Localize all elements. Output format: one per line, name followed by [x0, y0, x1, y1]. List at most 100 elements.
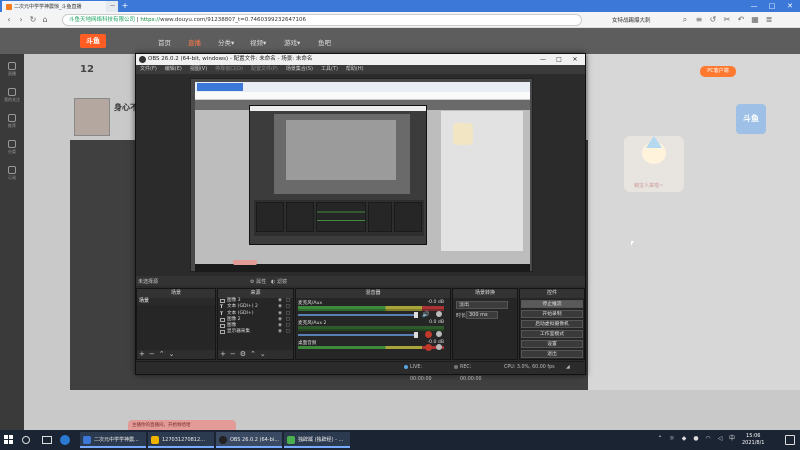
stop-streaming-button[interactable]: 停止推流 — [521, 300, 583, 308]
taskbar-clock[interactable]: 15:06 2021/8/1 — [742, 433, 764, 447]
menu-tools[interactable]: 工具(T) — [321, 65, 338, 74]
pc-client-button[interactable]: PC客户端 — [700, 66, 736, 77]
menu-scene-collection[interactable]: 场景集合(S) — [286, 65, 313, 74]
channel-settings-icon[interactable] — [436, 331, 442, 337]
task-view-icon[interactable] — [42, 436, 52, 444]
grid-icon[interactable]: ▦ — [750, 15, 760, 25]
streamer-avatar[interactable] — [74, 98, 110, 136]
move-up-icon[interactable]: ⌃ — [250, 350, 256, 358]
menu-profile[interactable]: 配置文件(P) — [251, 65, 278, 74]
tray-volume-icon[interactable]: ◁ — [716, 435, 724, 443]
resize-grip-icon[interactable]: ◢ — [566, 362, 570, 374]
nav-live[interactable]: 直播 — [188, 37, 201, 47]
remove-scene-icon[interactable]: − — [149, 350, 155, 358]
browser-tab-close[interactable]: — — [106, 1, 118, 12]
tray-app-icon[interactable]: ● — [692, 435, 700, 443]
taskbar-app-obs[interactable]: OBS 26.0.2 (64-bi... — [216, 432, 282, 448]
move-down-icon[interactable]: ⌄ — [169, 350, 175, 358]
tray-chevron-icon[interactable]: ⌃ — [656, 435, 664, 443]
properties-button[interactable]: ⚙ 属性 — [250, 278, 266, 285]
promo-logo[interactable]: 斗鱼 — [736, 104, 766, 134]
site-logo[interactable]: 斗鱼 — [80, 34, 106, 48]
obs-preview[interactable] — [190, 78, 533, 272]
channel-settings-icon[interactable] — [436, 344, 442, 350]
nav-fishbar[interactable]: 鱼吧 — [318, 37, 331, 47]
minimize-icon[interactable]: — — [746, 0, 762, 12]
source-item[interactable]: 显示器采集 ◉ ▢ — [218, 329, 293, 335]
taskbar-app-other[interactable]: 独辟蹊 (独辟经) - ... — [284, 432, 350, 448]
menu-view[interactable]: 视图(V) — [190, 65, 207, 74]
history-icon[interactable]: ↺ — [708, 15, 718, 25]
channel-settings-icon[interactable] — [436, 311, 442, 317]
menu-edit[interactable]: 编辑(E) — [165, 65, 182, 74]
studio-mode-button[interactable]: 工作室模式 — [521, 330, 583, 338]
scissors-icon[interactable]: ✂ — [722, 15, 732, 25]
refresh-icon[interactable]: ↻ — [28, 15, 38, 25]
nav-home[interactable]: 首页 — [158, 37, 171, 47]
taskbar-app-files[interactable]: 127031270812... — [148, 432, 214, 448]
volume-knob[interactable] — [414, 312, 418, 318]
search-icon[interactable]: ⌕ — [680, 15, 690, 25]
volume-slider[interactable] — [298, 314, 416, 316]
rail-item[interactable]: 推荐 — [2, 114, 22, 129]
browser-tab-active[interactable]: 二次元中学学神震惊_斗鱼直播 — [2, 1, 106, 12]
settings-icon[interactable]: ≣ — [764, 15, 774, 25]
new-tab-icon[interactable]: + — [120, 0, 130, 12]
forward-icon[interactable]: › — [16, 15, 26, 25]
url-input[interactable]: 斗鱼天地网络科技有限公司 | https://www.douyu.com/912… — [62, 14, 582, 26]
search-suggestion[interactable]: 女特战踢爆大刺 — [612, 16, 651, 24]
rail-item[interactable]: 订阅 — [2, 166, 22, 181]
start-recording-button[interactable]: 开始录制 — [521, 310, 583, 318]
menu-file[interactable]: 文件(F) — [140, 65, 157, 74]
remove-source-icon[interactable]: − — [230, 350, 236, 358]
obs-maximize-icon[interactable]: □ — [552, 54, 566, 65]
monitor-icon — [220, 330, 225, 335]
exit-button[interactable]: 退出 — [521, 350, 583, 358]
tray-app-icon[interactable]: ◆ — [680, 435, 688, 443]
windows-start-icon[interactable] — [4, 435, 14, 445]
source-settings-icon[interactable]: ⚙ — [240, 350, 246, 358]
obs-close-icon[interactable]: ✕ — [568, 54, 582, 65]
menu-docks[interactable]: 停靠窗口(D) — [215, 65, 243, 74]
taskbar-app-browser[interactable]: 二次元中学学神震... — [80, 432, 146, 448]
muted-icon[interactable] — [425, 331, 432, 338]
rail-item[interactable]: 我的关注 — [2, 88, 22, 103]
notification-center-icon[interactable] — [785, 435, 795, 445]
menu-help[interactable]: 帮助(H) — [346, 65, 364, 74]
lock-icon[interactable]: ▢ — [286, 329, 290, 335]
undo-icon[interactable]: ↶ — [736, 15, 746, 25]
subscribe-icon — [8, 166, 16, 174]
back-icon[interactable]: ‹ — [4, 15, 14, 25]
move-up-icon[interactable]: ⌃ — [159, 350, 165, 358]
move-down-icon[interactable]: ⌄ — [260, 350, 266, 358]
close-icon[interactable]: ✕ — [782, 0, 798, 12]
speaker-icon[interactable]: 🔊 — [422, 311, 429, 318]
rail-item[interactable]: 分类 — [2, 140, 22, 155]
tray-ime-icon[interactable]: 中 — [728, 435, 736, 443]
transition-type-select[interactable]: 淡出 — [456, 301, 508, 309]
duration-input[interactable]: 300 ms — [466, 311, 498, 319]
menu-icon[interactable]: ≡ — [694, 15, 704, 25]
volume-knob[interactable] — [414, 332, 418, 338]
duration-label: 时长 — [456, 313, 467, 319]
nav-video[interactable]: 视频▾ — [250, 37, 266, 47]
visibility-icon[interactable]: ◉ — [278, 329, 282, 335]
search-circle-icon[interactable] — [22, 436, 30, 444]
scene-item[interactable]: 场景 — [137, 298, 215, 305]
add-source-icon[interactable]: + — [220, 350, 226, 358]
start-virtual-camera-button[interactable]: 启动虚拟摄像机 — [521, 320, 583, 328]
home-icon[interactable]: ⌂ — [40, 15, 50, 25]
obs-minimize-icon[interactable]: — — [536, 54, 550, 65]
settings-button[interactable]: 设置 — [521, 340, 583, 348]
tray-network-icon[interactable]: ☼ — [668, 435, 676, 443]
filters-button[interactable]: ◐ 滤镜 — [271, 278, 287, 285]
rail-item[interactable]: 直播 — [2, 62, 22, 77]
nav-category[interactable]: 分类▾ — [218, 37, 234, 47]
add-scene-icon[interactable]: + — [139, 350, 145, 358]
maximize-icon[interactable]: □ — [764, 0, 780, 12]
volume-slider[interactable] — [298, 334, 416, 336]
tray-wifi-icon[interactable]: ◠ — [704, 435, 712, 443]
browser-icon[interactable] — [60, 435, 70, 445]
nav-game[interactable]: 游戏▾ — [284, 37, 300, 47]
muted-icon[interactable] — [425, 344, 432, 351]
